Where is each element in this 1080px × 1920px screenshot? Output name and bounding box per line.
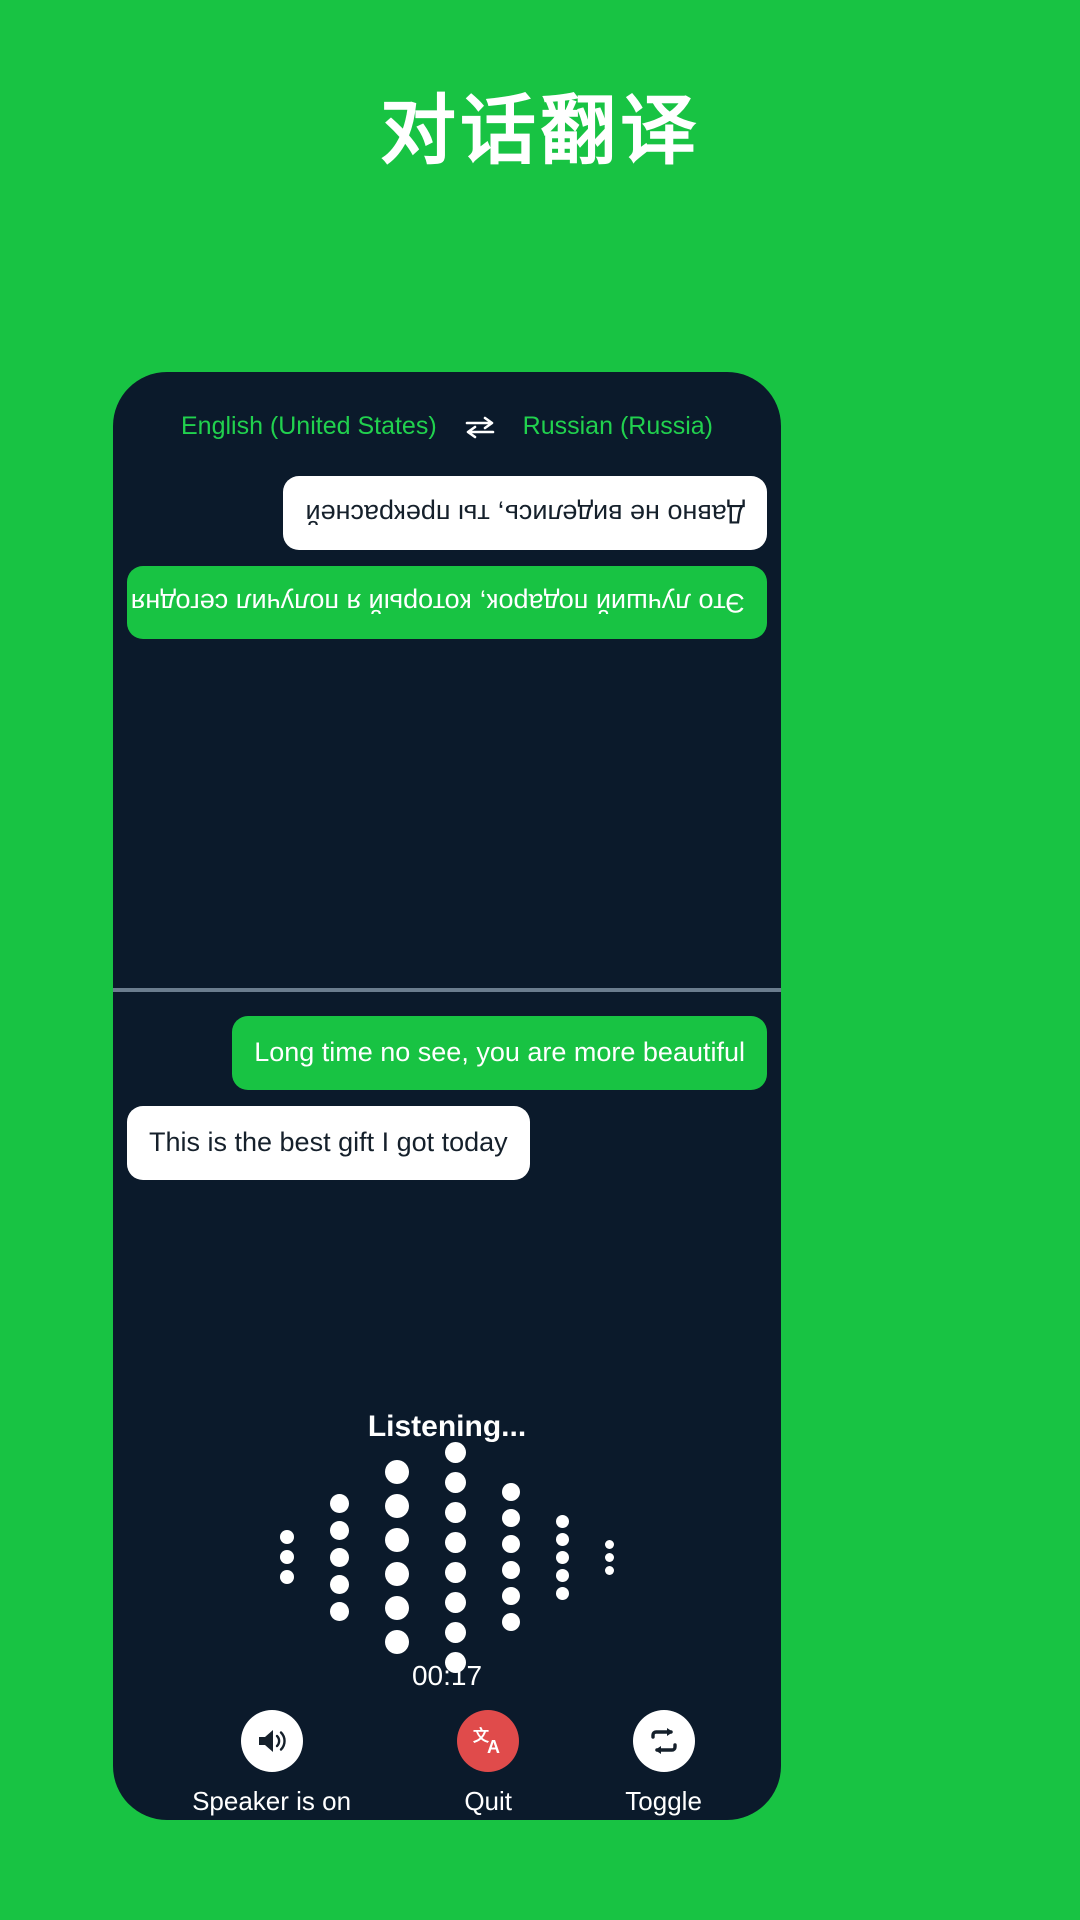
waveform-dot [502, 1483, 520, 1501]
waveform-dot [605, 1539, 614, 1549]
waveform-dot [502, 1509, 520, 1527]
waveform-dot [556, 1586, 569, 1600]
swap-horizontal-icon[interactable] [463, 414, 497, 440]
message-bubble[interactable]: Long time no see, you are more beautiful [232, 1016, 767, 1090]
waveform-dot [385, 1596, 409, 1620]
phone-card: English (United States) Russian (Russia)… [113, 372, 781, 1820]
waveform-dot [280, 1550, 294, 1564]
waveform-dot [445, 1561, 466, 1583]
message-bubble[interactable]: Давно не виделись, ты прекрасней [283, 476, 767, 550]
speaker-on-icon [240, 1710, 303, 1772]
translate-icon: 文 A [457, 1710, 520, 1772]
svg-text:A: A [487, 1737, 500, 1757]
waveform-dot [502, 1587, 520, 1605]
control-label: Quit [464, 1786, 513, 1816]
waveform-column [445, 1441, 466, 1673]
source-language-label[interactable]: English (United States) [181, 412, 437, 441]
quit-button[interactable]: 文 A Quit [457, 1710, 520, 1817]
repeat-swap-icon [632, 1710, 695, 1772]
conversation-panel-bottom: Long time no see, you are more beautiful… [113, 994, 781, 1428]
waveform-dot [605, 1565, 614, 1575]
page-title: 对话翻译 [380, 89, 700, 174]
waveform-dot [330, 1574, 349, 1594]
waveform-dot [280, 1570, 294, 1584]
waveform-dot [385, 1528, 409, 1552]
listening-status-label: Listening... [367, 1410, 527, 1443]
waveform-column [385, 1460, 409, 1654]
message-row: This is the best gift I got today [127, 1105, 767, 1180]
waveform-dot [556, 1568, 569, 1582]
waveform-dot [445, 1621, 466, 1643]
waveform-dot [330, 1547, 349, 1567]
waveform-column [280, 1530, 294, 1584]
waveform-dot [385, 1494, 409, 1518]
speaker-toggle-button[interactable]: Speaker is on [192, 1710, 351, 1817]
waveform-column [330, 1493, 349, 1621]
message-row: Long time no see, you are more beautiful [127, 1016, 767, 1090]
message-row: Это лучший подарок, который я получил се… [127, 565, 767, 640]
waveform-dot [556, 1550, 569, 1564]
toggle-button[interactable]: Toggle [625, 1710, 702, 1817]
waveform-dot [445, 1531, 466, 1553]
control-label: Speaker is on [192, 1786, 352, 1816]
control-bar: Speaker is on 文 A Quit Toggle [113, 1710, 781, 1817]
waveform-dot [556, 1514, 569, 1528]
waveform-dot [445, 1441, 466, 1463]
waveform-dot [502, 1561, 520, 1579]
waveform-dot [385, 1460, 409, 1484]
control-label: Toggle [625, 1786, 702, 1816]
waveform-dot [385, 1562, 409, 1586]
target-language-label[interactable]: Russian (Russia) [523, 412, 713, 441]
recording-timer: 00:17 [411, 1660, 483, 1691]
panel-divider [113, 988, 781, 992]
waveform-dot [280, 1530, 294, 1544]
waveform-dot [445, 1471, 466, 1493]
message-row: Давно не виделись, ты прекрасней [127, 476, 767, 550]
waveform-column [502, 1483, 520, 1631]
message-bubble[interactable]: Это лучший подарок, который я получил се… [127, 565, 767, 640]
message-bubble[interactable]: This is the best gift I got today [127, 1105, 530, 1180]
waveform-column [556, 1514, 569, 1600]
waveform-dot [502, 1613, 520, 1631]
waveform-dot [556, 1532, 569, 1546]
waveform-dot [445, 1501, 466, 1523]
waveform-dot [385, 1630, 409, 1654]
waveform-dot [605, 1552, 614, 1562]
audio-waveform [113, 1441, 781, 1673]
waveform-dot [330, 1601, 349, 1621]
waveform-column [605, 1539, 614, 1575]
waveform-dot [330, 1493, 349, 1513]
waveform-dot [330, 1520, 349, 1540]
waveform-dot [445, 1591, 466, 1613]
conversation-panel-top: Это лучший подарок, который я получил се… [113, 460, 781, 988]
waveform-dot [502, 1535, 520, 1553]
language-bar: English (United States) Russian (Russia) [113, 412, 781, 441]
